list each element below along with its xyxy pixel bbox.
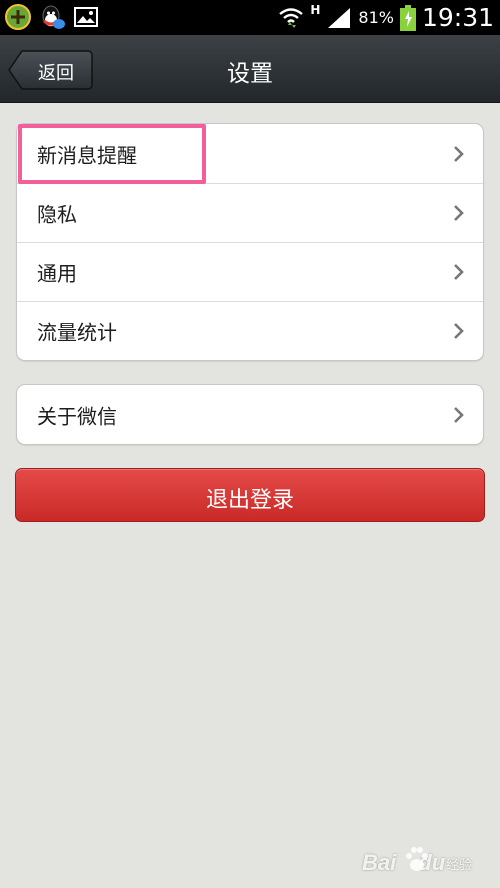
settings-item-label: 通用	[37, 261, 77, 286]
settings-item-data-usage[interactable]: 流量统计	[17, 301, 483, 360]
system-icons: H 81% 19:31	[278, 0, 494, 35]
app-icon	[5, 4, 31, 30]
chevron-right-icon	[454, 145, 464, 162]
logout-label: 退出登录	[205, 488, 294, 513]
settings-item-privacy[interactable]: 隐私	[17, 183, 483, 242]
signal-icon	[328, 7, 351, 28]
chevron-right-icon	[454, 323, 464, 339]
logout-button[interactable]: 退出登录	[15, 468, 485, 522]
paw-icon	[406, 847, 428, 871]
clock: 19:31	[421, 3, 494, 32]
wifi-icon	[279, 7, 304, 28]
chevron-right-icon	[454, 264, 464, 280]
settings-item-new-message-alerts[interactable]: 新消息提醒	[17, 124, 483, 183]
settings-item-label: 新消息提醒	[37, 143, 137, 167]
settings-item-about-wechat[interactable]: 关于微信	[17, 385, 483, 444]
status-bar: H 81% 19:31	[0, 0, 500, 35]
title-bar: 返回 设置	[0, 35, 500, 103]
settings-item-general[interactable]: 通用	[17, 242, 483, 301]
page-title: 设置	[227, 61, 273, 87]
watermark-sub: 经验	[446, 858, 473, 873]
chevron-right-icon	[454, 205, 464, 221]
image-icon	[74, 7, 98, 27]
battery-icon	[399, 4, 416, 31]
settings-group-main: 新消息提醒 隐私 通用 流量统计	[16, 123, 484, 361]
qq-icon	[42, 5, 65, 29]
notification-icons	[4, 3, 100, 31]
chevron-right-icon	[454, 406, 464, 423]
settings-item-label: 隐私	[37, 202, 77, 227]
baidu-watermark: Bai du 经验	[362, 844, 490, 880]
battery-percent: 81%	[358, 8, 394, 27]
settings-item-label: 关于微信	[37, 404, 117, 428]
settings-item-label: 流量统计	[37, 320, 117, 345]
network-type: H	[310, 2, 321, 17]
settings-group-about: 关于微信	[16, 384, 484, 445]
